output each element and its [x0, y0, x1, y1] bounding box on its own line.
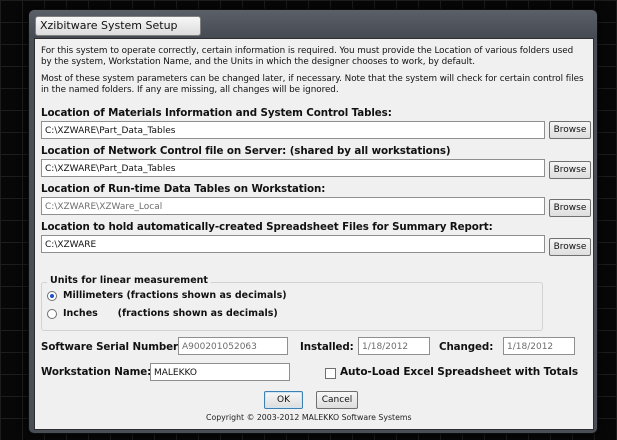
spreadsheet-browse-button[interactable]: Browse — [549, 238, 591, 256]
runtime-tables-location-label: Location of Run-time Data Tables on Work… — [41, 183, 326, 195]
autoload-checkbox[interactable] — [325, 368, 336, 379]
inches-radio[interactable] — [47, 309, 57, 319]
changed-label: Changed: — [439, 341, 494, 353]
millimeters-label: Millimeters (fractions shown as decimals… — [63, 290, 287, 301]
network-control-location-input[interactable]: C:\XZWARE\Part_Data_Tables — [41, 159, 545, 177]
materials-browse-button[interactable]: Browse — [549, 121, 591, 139]
title-bar[interactable]: Xzibitware System Setup Form — [29, 10, 597, 50]
copyright-text: Copyright © 2003-2012 MALEKKO Software S… — [206, 413, 412, 422]
runtime-tables-location-input[interactable]: C:\XZWARE\XZWare_Local — [41, 197, 545, 215]
installed-date-field[interactable]: 1/18/2012 — [358, 337, 430, 355]
units-legend: Units for linear measurement — [47, 275, 211, 286]
materials-location-input[interactable]: C:\XZWARE\Part_Data_Tables — [41, 121, 545, 139]
spreadsheet-location-label: Location to hold automatically-created S… — [41, 221, 493, 233]
materials-location-label: Location of Materials Information and Sy… — [41, 107, 392, 119]
intro-paragraph-2: Most of these system parameters can be c… — [41, 74, 584, 95]
spreadsheet-location-input[interactable]: C:\XZWARE — [41, 235, 545, 253]
runtime-tables-browse-button[interactable]: Browse — [549, 199, 591, 217]
changed-date-field[interactable]: 1/18/2012 — [503, 337, 575, 355]
intro-paragraph-1: For this system to operate correctly, ce… — [41, 46, 574, 67]
workstation-name-input[interactable]: MALEKKO — [150, 363, 290, 381]
inches-label: Inches (fractions shown as decimals) — [63, 308, 278, 319]
network-control-location-label: Location of Network Control file on Serv… — [41, 145, 451, 157]
millimeters-radio[interactable] — [47, 291, 57, 301]
setup-dialog: Xzibitware System Setup Form For this sy… — [28, 9, 598, 434]
network-control-browse-button[interactable]: Browse — [549, 161, 591, 179]
inches-option[interactable]: Inches (fractions shown as decimals) — [47, 308, 278, 322]
serial-number-field[interactable]: A900201052063 — [178, 337, 288, 355]
cancel-button[interactable]: Cancel — [316, 391, 358, 409]
ok-button[interactable]: OK — [264, 391, 303, 409]
dialog-client-area: For this system to operate correctly, ce… — [34, 38, 594, 430]
autoload-label[interactable]: Auto-Load Excel Spreadsheet with Totals — [340, 366, 578, 378]
installed-label: Installed: — [300, 341, 354, 353]
serial-number-label: Software Serial Number: — [41, 341, 182, 353]
window-title: Xzibitware System Setup Form — [35, 16, 201, 50]
workstation-name-label: Workstation Name: — [41, 366, 152, 378]
